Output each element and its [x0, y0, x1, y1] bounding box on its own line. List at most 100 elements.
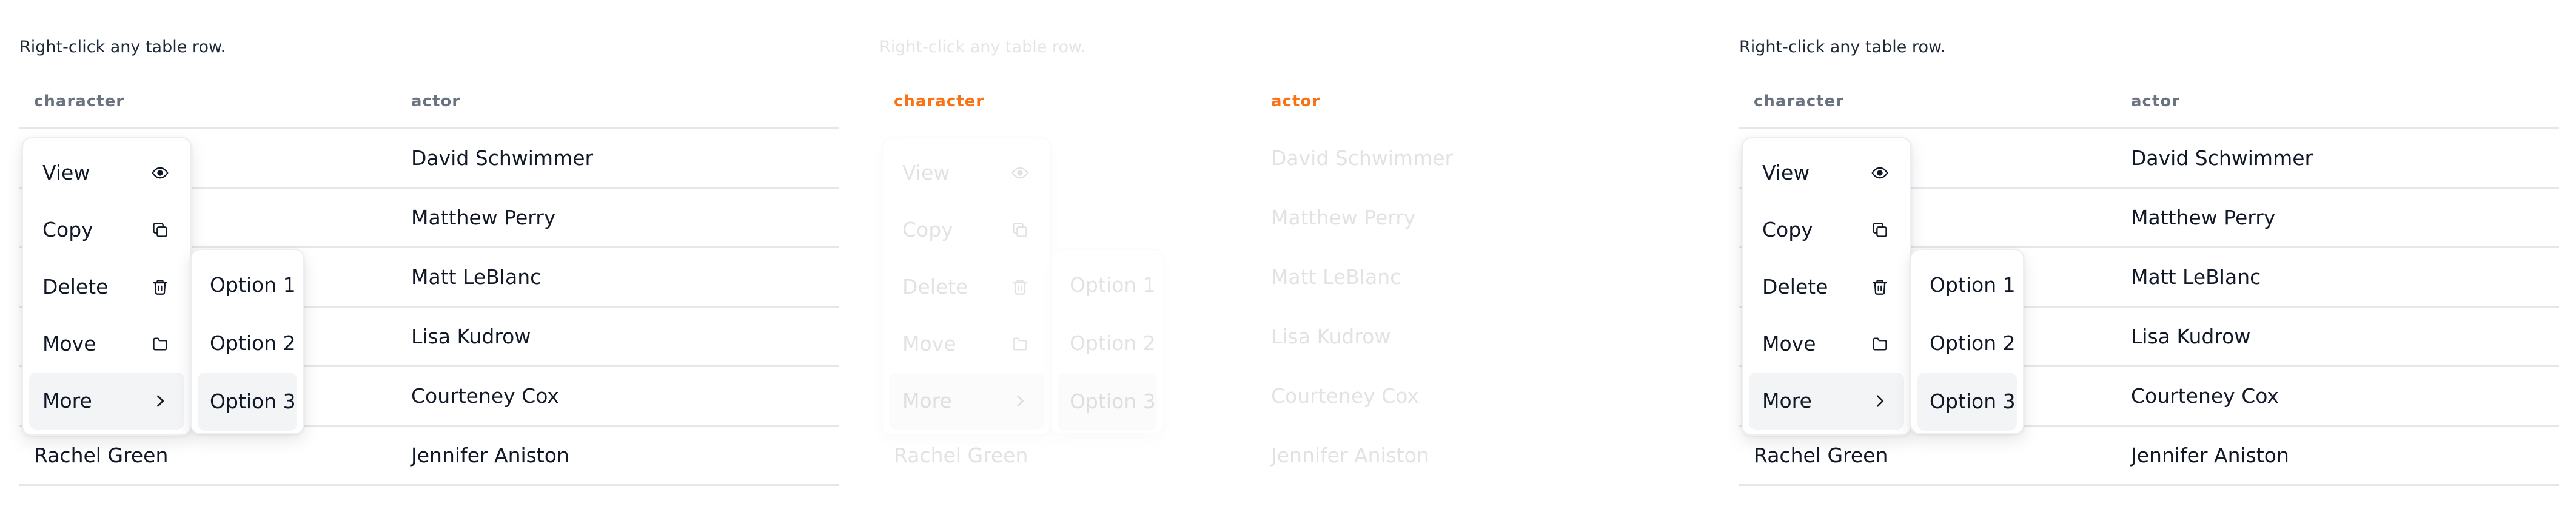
menu-item-label: Copy [42, 218, 93, 241]
actor-cell: Matthew Perry [2131, 206, 2276, 229]
chevron-right-icon [1871, 393, 1888, 410]
actor-cell: Courteney Cox [1271, 384, 1419, 408]
actor-cell: Jennifer Aniston [1271, 444, 1429, 467]
menu-item-more[interactable]: More [29, 373, 184, 430]
submenu-option-1[interactable]: Option 1 [1917, 256, 2017, 314]
column-header-character[interactable]: character [894, 92, 984, 110]
actor-cell: Matt LeBlanc [411, 265, 542, 289]
menu-item-label: More [902, 389, 952, 413]
actor-cell: Lisa Kudrow [2131, 325, 2251, 348]
trash-icon [1011, 278, 1028, 295]
context-menu: View Copy Delete Move More [882, 137, 1052, 436]
actor-cell: David Schwimmer [1271, 146, 1454, 170]
submenu-option-1[interactable]: Option 1 [198, 256, 297, 314]
menu-item-label: Move [1762, 332, 1816, 356]
menu-item-label: Move [902, 332, 956, 356]
submenu-option-2[interactable]: Option 2 [1917, 314, 2017, 373]
actor-cell: Lisa Kudrow [1271, 325, 1391, 348]
actor-cell: Matt LeBlanc [1271, 265, 1401, 289]
submenu-option-2[interactable]: Option 2 [1058, 314, 1157, 373]
column-header-actor[interactable]: actor [1271, 92, 1320, 110]
menu-item-label: View [1762, 161, 1810, 184]
menu-item-label: Move [42, 332, 96, 356]
menu-item-label: Copy [902, 218, 953, 241]
menu-item-view[interactable]: View [889, 144, 1044, 201]
submenu-option-label: Option 2 [1930, 331, 2016, 355]
submenu-option-label: Option 2 [1070, 331, 1156, 355]
folder-icon [152, 336, 169, 353]
context-menu: View Copy Delete Move More [22, 137, 192, 436]
submenu-option-3[interactable]: Option 3 [1917, 373, 2017, 431]
menu-item-label: Delete [42, 275, 109, 299]
column-header-actor[interactable]: actor [411, 92, 460, 110]
menu-item-label: More [1762, 389, 1812, 413]
submenu-option-label: Option 1 [1930, 273, 2016, 297]
menu-item-copy[interactable]: Copy [29, 201, 184, 258]
demo-panel: Right-click any table row. character act… [860, 0, 1699, 506]
table-header: character actor [19, 79, 839, 129]
submenu-option-label: Option 1 [1070, 273, 1156, 297]
menu-item-delete[interactable]: Delete [1749, 258, 1904, 315]
menu-item-move[interactable]: Move [1749, 315, 1904, 373]
table-header: character actor [1739, 79, 2559, 129]
eye-icon [152, 164, 169, 181]
copy-icon [152, 221, 169, 238]
folder-icon [1011, 336, 1028, 353]
table-header: character actor [879, 79, 1699, 129]
menu-item-label: Delete [902, 275, 968, 299]
menu-item-label: View [902, 161, 950, 184]
actor-cell: Courteney Cox [2131, 384, 2279, 408]
demo-panel: Right-click any table row. character act… [1720, 0, 2559, 506]
actor-cell: Jennifer Aniston [411, 444, 569, 467]
submenu-option-label: Option 3 [1070, 390, 1156, 413]
instruction-text: Right-click any table row. [879, 38, 1086, 56]
chevron-right-icon [1011, 393, 1028, 410]
actor-cell: Jennifer Aniston [2131, 444, 2289, 467]
more-submenu: Option 1 Option 2 Option 3 [1050, 249, 1164, 434]
menu-item-label: Delete [1762, 275, 1828, 299]
submenu-option-label: Option 2 [210, 331, 296, 355]
actor-cell: David Schwimmer [411, 146, 594, 170]
submenu-option-label: Option 3 [1930, 390, 2016, 413]
submenu-option-label: Option 1 [210, 273, 296, 297]
more-submenu: Option 1 Option 2 Option 3 [1910, 249, 2024, 434]
menu-item-copy[interactable]: Copy [1749, 201, 1904, 258]
actor-cell: Matt LeBlanc [2131, 265, 2261, 289]
demo-panel: Right-click any table row. character act… [0, 0, 839, 506]
more-submenu: Option 1 Option 2 Option 3 [190, 249, 304, 434]
instruction-text: Right-click any table row. [1739, 38, 1946, 56]
folder-icon [1871, 336, 1888, 353]
column-header-actor[interactable]: actor [2131, 92, 2180, 110]
column-header-character[interactable]: character [1754, 92, 1844, 110]
submenu-option-label: Option 3 [210, 390, 296, 413]
menu-item-view[interactable]: View [29, 144, 184, 201]
submenu-option-2[interactable]: Option 2 [198, 314, 297, 373]
submenu-option-3[interactable]: Option 3 [198, 373, 297, 431]
actor-cell: Lisa Kudrow [411, 325, 531, 348]
trash-icon [152, 278, 169, 295]
menu-item-label: More [42, 389, 92, 413]
instruction-text: Right-click any table row. [19, 38, 226, 56]
context-menu: View Copy Delete Move More [1742, 137, 1911, 436]
eye-icon [1871, 164, 1888, 181]
column-header-character[interactable]: character [34, 92, 124, 110]
menu-item-move[interactable]: Move [889, 315, 1044, 373]
menu-item-copy[interactable]: Copy [889, 201, 1044, 258]
chevron-right-icon [152, 393, 169, 410]
menu-item-more[interactable]: More [1749, 373, 1904, 430]
menu-item-view[interactable]: View [1749, 144, 1904, 201]
trash-icon [1871, 278, 1888, 295]
actor-cell: Matthew Perry [1271, 206, 1416, 229]
menu-item-label: View [42, 161, 90, 184]
eye-icon [1011, 164, 1028, 181]
actor-cell: David Schwimmer [2131, 146, 2313, 170]
copy-icon [1871, 221, 1888, 238]
submenu-option-1[interactable]: Option 1 [1058, 256, 1157, 314]
actor-cell: Courteney Cox [411, 384, 559, 408]
menu-item-delete[interactable]: Delete [889, 258, 1044, 315]
submenu-option-3[interactable]: Option 3 [1058, 373, 1157, 431]
menu-item-more[interactable]: More [889, 373, 1044, 430]
menu-item-move[interactable]: Move [29, 315, 184, 373]
menu-item-label: Copy [1762, 218, 1813, 241]
menu-item-delete[interactable]: Delete [29, 258, 184, 315]
